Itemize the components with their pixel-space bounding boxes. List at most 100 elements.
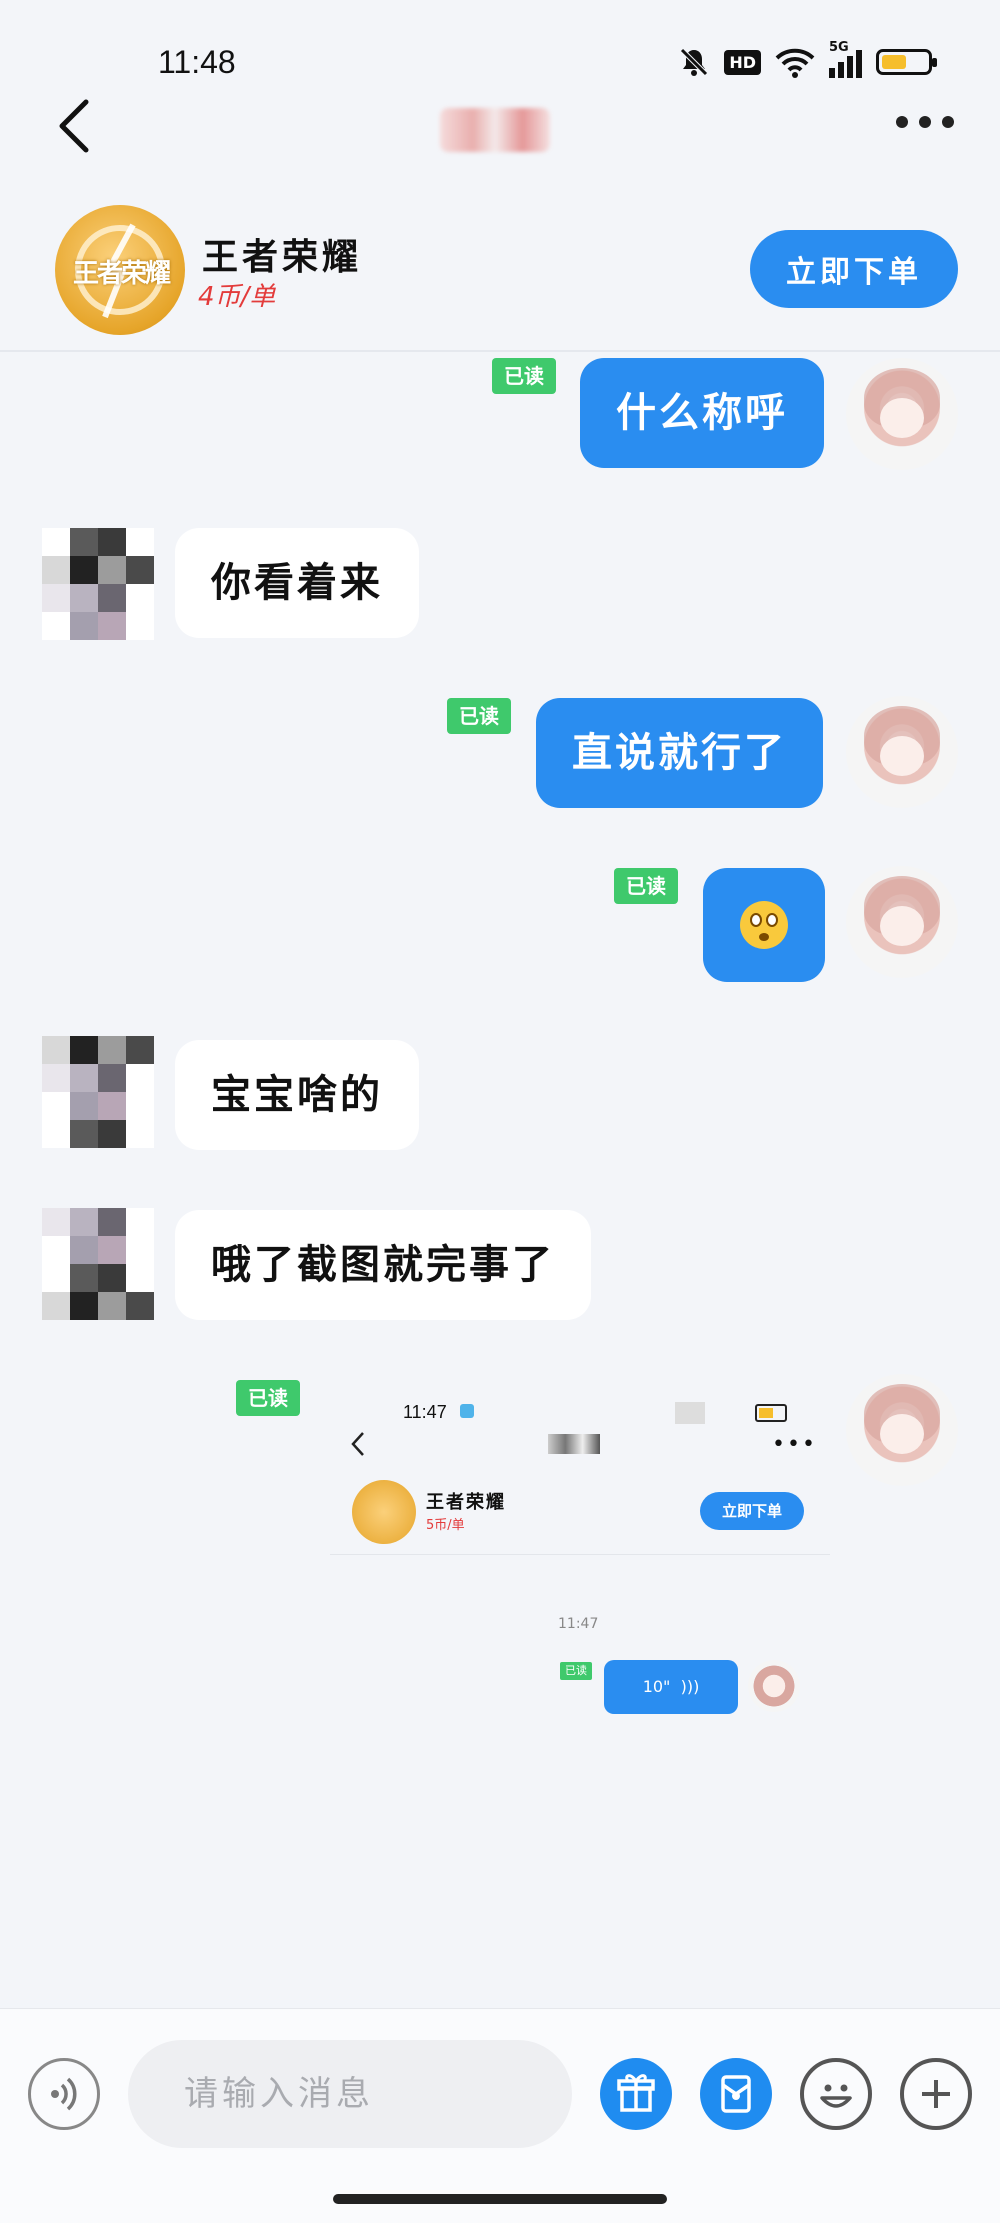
game-name: 王者荣耀 <box>202 237 363 278</box>
my-avatar[interactable] <box>846 358 958 470</box>
order-now-button[interactable]: 立即下单 <box>750 230 958 308</box>
home-indicator <box>333 2194 667 2204</box>
shot-voice-bubble: 10" ))) <box>604 1660 738 1714</box>
message-bubble-in[interactable]: 你看着来 <box>175 528 419 638</box>
avatar-mosaic-pixel <box>126 1092 154 1120</box>
peer-avatar[interactable] <box>42 1036 154 1148</box>
shot-back-icon <box>351 1432 364 1456</box>
avatar-mosaic-pixel <box>126 1292 154 1320</box>
plus-icon <box>922 2080 950 2108</box>
battery-icon <box>876 49 937 75</box>
avatar-mosaic-pixel <box>42 1208 70 1236</box>
message-bubble-in[interactable]: 哦了截图就完事了 <box>175 1210 591 1320</box>
game-logo-text: 王者荣耀 <box>73 259 171 289</box>
avatar-mosaic-pixel <box>42 528 70 556</box>
avatar-mosaic-pixel <box>126 1264 154 1292</box>
read-badge: 已读 <box>236 1380 300 1416</box>
shot-my-avatar <box>748 1660 800 1712</box>
avatar-mosaic-pixel <box>98 556 126 584</box>
back-icon[interactable] <box>54 96 94 156</box>
message-bubble-out[interactable]: 直说就行了 <box>536 698 823 808</box>
voice-input-button[interactable] <box>28 2058 100 2130</box>
gift-button[interactable] <box>600 2058 672 2130</box>
avatar-mosaic-pixel <box>42 1264 70 1292</box>
avatar-mosaic-pixel <box>70 1092 98 1120</box>
avatar-mosaic-pixel <box>70 1208 98 1236</box>
avatar-mosaic-pixel <box>42 1120 70 1148</box>
avatar-mosaic-pixel <box>70 584 98 612</box>
avatar-mosaic-pixel <box>70 1264 98 1292</box>
my-avatar[interactable] <box>846 866 958 978</box>
status-time: 11:48 <box>158 44 236 80</box>
message-input[interactable] <box>128 2040 572 2148</box>
shot-msg-time: 11:47 <box>558 1616 599 1632</box>
smiley-icon <box>820 2084 852 2108</box>
avatar-mosaic-pixel <box>98 584 126 612</box>
avatar-mosaic-pixel <box>98 1120 126 1148</box>
message-bubble-out[interactable]: 什么称呼 <box>580 358 824 468</box>
game-logo: 王者荣耀 <box>55 205 185 335</box>
more-actions-button[interactable] <box>900 2058 972 2130</box>
shot-battery-icon <box>755 1404 787 1422</box>
avatar-mosaic-pixel <box>42 612 70 640</box>
avatar-mosaic-pixel <box>98 1064 126 1092</box>
shot-divider <box>330 1554 830 1555</box>
avatar-mosaic-pixel <box>42 1092 70 1120</box>
avatar-mosaic-pixel <box>98 612 126 640</box>
avatar-mosaic-pixel <box>126 584 154 612</box>
shot-title-blurred <box>548 1434 600 1454</box>
avatar-mosaic-pixel <box>126 1064 154 1092</box>
avatar-mosaic-pixel <box>126 1236 154 1264</box>
avatar-mosaic-pixel <box>98 1236 126 1264</box>
my-avatar[interactable] <box>846 696 958 808</box>
screenshot-image-message[interactable]: 11:47 ••• 王者荣耀 5币/单 立即下单 11:47 已读 10" ))… <box>330 1392 830 1732</box>
shot-status-time: 11:47 <box>403 1402 447 1422</box>
avatar-mosaic-pixel <box>98 1264 126 1292</box>
emoji-message-bubble[interactable] <box>703 868 825 982</box>
read-badge: 已读 <box>492 358 556 394</box>
avatar-mosaic-pixel <box>126 1036 154 1064</box>
avatar-mosaic-pixel <box>126 556 154 584</box>
avatar-mosaic-pixel <box>70 1292 98 1320</box>
avatar-mosaic-pixel <box>98 1036 126 1064</box>
shot-order-button: 立即下单 <box>700 1492 804 1530</box>
shot-blur-patch <box>675 1402 705 1424</box>
shot-game-logo <box>352 1480 416 1544</box>
avatar-mosaic-pixel <box>98 1292 126 1320</box>
more-options-icon[interactable] <box>896 116 954 128</box>
avatar-mosaic-pixel <box>70 1120 98 1148</box>
avatar-mosaic-pixel <box>126 1120 154 1148</box>
flushed-face-emoji-icon <box>740 901 788 949</box>
status-icons: HD 5G <box>678 40 937 78</box>
avatar-mosaic-pixel <box>70 556 98 584</box>
avatar-mosaic-pixel <box>42 1236 70 1264</box>
shot-voice-duration: 10" <box>642 1677 671 1696</box>
network-label: 5G <box>829 40 849 55</box>
message-bubble-in[interactable]: 宝宝啥的 <box>175 1040 419 1150</box>
avatar-mosaic-pixel <box>98 1092 126 1120</box>
avatar-mosaic-pixel <box>42 556 70 584</box>
shot-app-icon <box>460 1404 474 1418</box>
avatar-mosaic-pixel <box>98 1208 126 1236</box>
shot-game-price: 5币/单 <box>426 1518 465 1533</box>
peer-avatar[interactable] <box>42 528 154 640</box>
shot-more-icon: ••• <box>772 1432 817 1457</box>
avatar-mosaic-pixel <box>42 1036 70 1064</box>
red-packet-button[interactable] <box>700 2058 772 2130</box>
shot-read-badge: 已读 <box>560 1662 592 1680</box>
game-price: 4币/单 <box>198 282 276 312</box>
avatar-mosaic-pixel <box>70 528 98 556</box>
my-avatar[interactable] <box>846 1374 958 1486</box>
gift-icon <box>617 2074 655 2112</box>
mute-icon <box>680 48 709 76</box>
hd-icon: HD <box>724 49 761 75</box>
emoji-button[interactable] <box>800 2058 872 2130</box>
voice-icon <box>51 2077 77 2111</box>
avatar-mosaic-pixel <box>42 584 70 612</box>
peer-avatar[interactable] <box>42 1208 154 1320</box>
avatar-mosaic-pixel <box>70 612 98 640</box>
wifi-icon <box>775 48 815 78</box>
avatar-mosaic-pixel <box>98 528 126 556</box>
red-packet-icon <box>721 2075 751 2113</box>
avatar-mosaic-pixel <box>70 1236 98 1264</box>
